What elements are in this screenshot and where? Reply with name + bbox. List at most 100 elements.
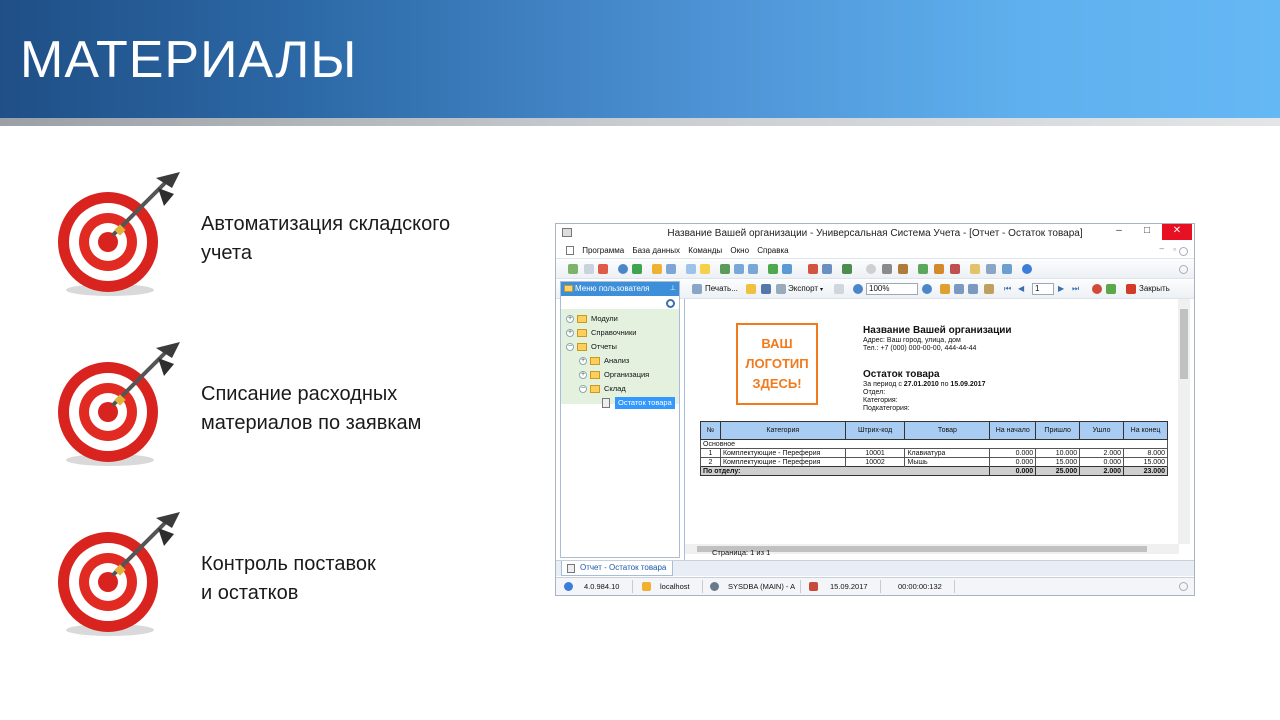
app-window: Название Вашей организации - Универсальн… bbox=[555, 223, 1195, 596]
filter-icon[interactable] bbox=[652, 264, 662, 274]
status-separator bbox=[880, 580, 881, 593]
menu-bar: Программа База данных Команды Окно Справ… bbox=[556, 243, 1194, 259]
zoom-select[interactable]: 100% bbox=[866, 283, 918, 295]
reload-icon[interactable] bbox=[1106, 284, 1116, 294]
search-icon[interactable] bbox=[618, 264, 628, 274]
table-cell: 2.000 bbox=[1079, 466, 1125, 476]
zoom-icon[interactable] bbox=[853, 284, 863, 294]
delete-icon[interactable] bbox=[598, 264, 608, 274]
clock-icon[interactable] bbox=[866, 264, 876, 274]
menu-item-help[interactable]: Справка bbox=[757, 243, 788, 259]
menu-item-program[interactable]: Программа bbox=[582, 243, 624, 259]
export-icon[interactable] bbox=[776, 284, 786, 294]
tools-icon[interactable] bbox=[882, 264, 892, 274]
transfer-icon[interactable] bbox=[950, 264, 960, 274]
multi-page-icon[interactable] bbox=[968, 284, 978, 294]
nav-down-icon[interactable] bbox=[734, 264, 744, 274]
expand-icon[interactable]: + bbox=[566, 315, 574, 323]
maximize-button[interactable]: □ bbox=[1134, 224, 1160, 240]
calendar-icon[interactable] bbox=[970, 264, 980, 274]
nav-first-icon[interactable] bbox=[720, 264, 730, 274]
copy-icon[interactable] bbox=[584, 264, 594, 274]
collapse-icon[interactable]: − bbox=[579, 385, 587, 393]
vertical-scrollbar[interactable] bbox=[1178, 299, 1190, 544]
share-icon[interactable] bbox=[1002, 264, 1012, 274]
database-icon bbox=[642, 582, 651, 591]
minimize-button[interactable]: – bbox=[1106, 224, 1132, 240]
pin-icon[interactable]: ⊥ bbox=[670, 282, 676, 296]
nav-next-page-icon[interactable]: ▶ bbox=[1058, 284, 1064, 293]
note-icon[interactable] bbox=[700, 264, 710, 274]
zoom-out-icon[interactable] bbox=[922, 284, 932, 294]
tab-stock-report[interactable]: Отчет - Остаток товара bbox=[561, 561, 674, 576]
user-label: SYSDBA (MAIN) - A bbox=[728, 582, 796, 591]
column-header: Штрих-код bbox=[844, 421, 906, 440]
info-icon[interactable] bbox=[1022, 264, 1032, 274]
status-options-icon[interactable] bbox=[1179, 582, 1188, 591]
import-icon[interactable] bbox=[842, 264, 852, 274]
table-cell: 2.000 bbox=[1079, 448, 1125, 458]
tree-item-label: Отчеты bbox=[591, 342, 617, 351]
bullet-text: Контроль поставок и остатков bbox=[201, 550, 376, 608]
edit-icon[interactable] bbox=[984, 284, 994, 294]
document-tabs: Отчет - Остаток товара bbox=[556, 560, 1194, 576]
expand-icon[interactable]: + bbox=[566, 329, 574, 337]
menu-item-database[interactable]: База данных bbox=[632, 243, 680, 259]
stop-icon[interactable] bbox=[1092, 284, 1102, 294]
toolbar-options-icon[interactable] bbox=[1179, 265, 1188, 274]
status-bar: 4.0.984.10 localhost SYSDBA (MAIN) - A 1… bbox=[556, 577, 1194, 595]
bullet-line: и остатков bbox=[201, 582, 299, 604]
cascade-icon[interactable] bbox=[822, 264, 832, 274]
print-button[interactable]: Печать... bbox=[705, 284, 738, 293]
export-button[interactable]: Экспорт bbox=[788, 284, 818, 293]
menu-item-commands[interactable]: Команды bbox=[688, 243, 722, 259]
chevron-down-icon[interactable]: ▾ bbox=[820, 286, 823, 293]
report-category: Категория: bbox=[863, 397, 898, 404]
scroll-thumb[interactable] bbox=[1180, 309, 1188, 379]
nav-first-page-icon[interactable]: ⏮ bbox=[1004, 284, 1011, 294]
new-icon[interactable] bbox=[568, 264, 578, 274]
table-cell: 8.000 bbox=[1123, 448, 1168, 458]
open-icon[interactable] bbox=[746, 284, 756, 294]
settings-icon[interactable] bbox=[898, 264, 908, 274]
org-address: Адрес: Ваш город, улица, дом bbox=[863, 337, 961, 344]
report-viewer: ВАШ ЛОГОТИП ЗДЕСЬ! Название Вашей органи… bbox=[684, 299, 1190, 562]
table-cell: 1 bbox=[700, 448, 721, 458]
single-page-icon[interactable] bbox=[954, 284, 964, 294]
close-report-icon[interactable] bbox=[1126, 284, 1136, 294]
target-dart-icon bbox=[58, 172, 180, 296]
collapse-icon[interactable]: − bbox=[566, 343, 574, 351]
nav-prev-page-icon[interactable]: ◀ bbox=[1018, 284, 1024, 293]
page-setup-icon[interactable] bbox=[834, 284, 844, 294]
tree-item-label: Анализ bbox=[604, 356, 630, 365]
search-icon[interactable] bbox=[666, 299, 675, 308]
report-icon[interactable] bbox=[782, 264, 792, 274]
folder-icon bbox=[590, 385, 600, 393]
save-icon[interactable] bbox=[761, 284, 771, 294]
user-menu-title: Меню пользователя bbox=[575, 284, 650, 293]
expand-icon[interactable]: + bbox=[579, 371, 587, 379]
window-icon[interactable] bbox=[808, 264, 818, 274]
mdi-close-icon[interactable] bbox=[1179, 247, 1188, 256]
mdi-minimize-icon[interactable]: – bbox=[1160, 244, 1164, 253]
print-icon[interactable] bbox=[986, 264, 996, 274]
mdi-restore-icon[interactable]: ▫ bbox=[1173, 245, 1176, 254]
refresh-icon[interactable] bbox=[632, 264, 642, 274]
page-number-input[interactable]: 1 bbox=[1032, 283, 1054, 295]
filter-clear-icon[interactable] bbox=[666, 264, 676, 274]
close-button[interactable]: ✕ bbox=[1162, 224, 1192, 240]
group-label: Основное bbox=[700, 439, 1168, 449]
nav-last-page-icon[interactable]: ⏭ bbox=[1072, 284, 1079, 294]
close-report-button[interactable]: Закрыть bbox=[1139, 284, 1170, 293]
menu-item-window[interactable]: Окно bbox=[730, 243, 749, 259]
add-row-icon[interactable] bbox=[686, 264, 696, 274]
users-icon[interactable] bbox=[934, 264, 944, 274]
document-icon bbox=[566, 246, 574, 256]
column-header: На начало bbox=[989, 421, 1037, 440]
print-icon[interactable] bbox=[692, 284, 702, 294]
table-icon[interactable] bbox=[768, 264, 778, 274]
chart-icon[interactable] bbox=[918, 264, 928, 274]
expand-icon[interactable]: + bbox=[579, 357, 587, 365]
nav-up-icon[interactable] bbox=[748, 264, 758, 274]
find-icon[interactable] bbox=[940, 284, 950, 294]
